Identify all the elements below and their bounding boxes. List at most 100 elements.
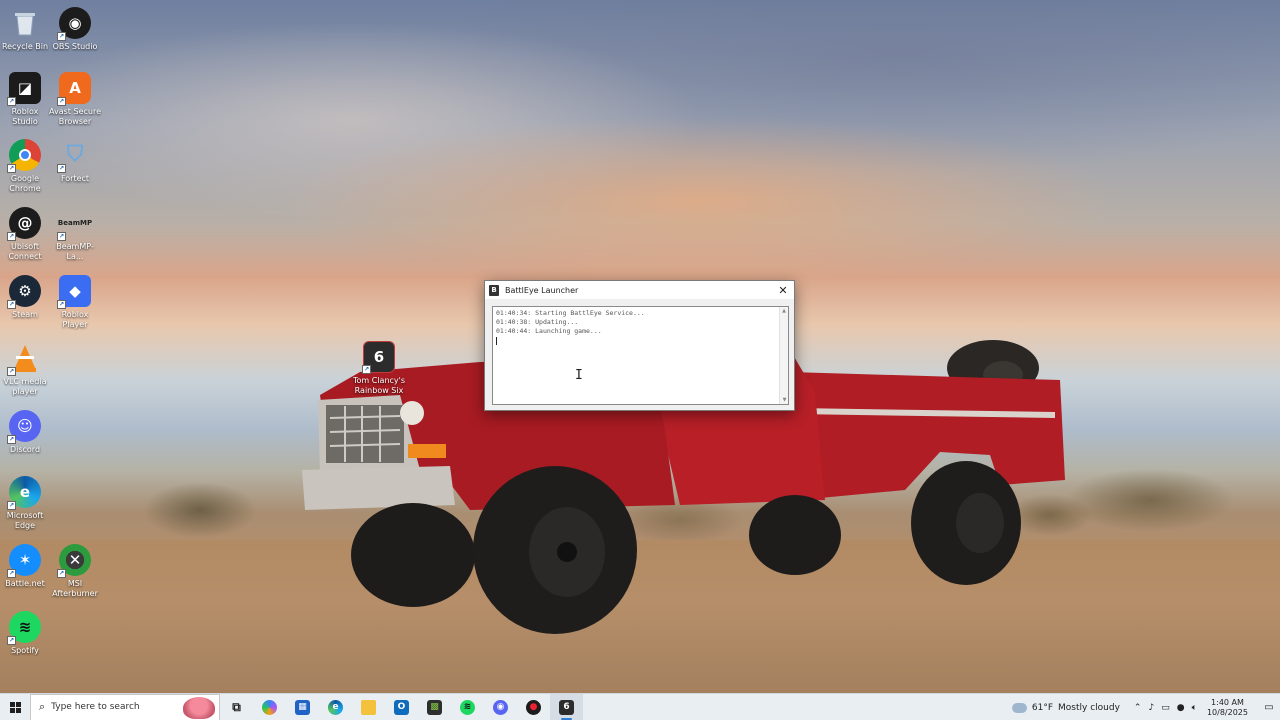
taskbar-app-edge[interactable]: e <box>319 694 352 720</box>
ibeam-cursor-icon: I <box>575 368 583 383</box>
taskbar-app-outlook[interactable]: O <box>385 694 418 720</box>
start-button[interactable] <box>0 694 30 720</box>
roblox-studio-icon: ◪ ↗ <box>7 72 41 106</box>
desktop-icon-rainbow-six[interactable]: 6 ↗ Tom Clancy's Rainbow Six <box>352 341 406 396</box>
discord-icon: ☺ ↗ <box>7 410 41 444</box>
desktop-icon-label: Google Chrome <box>9 174 41 193</box>
beammp-icon: BeamMP ↗ <box>57 219 93 241</box>
taskbar-app-store[interactable]: ▦ <box>286 694 319 720</box>
edge-icon: e ↗ <box>7 476 41 510</box>
taskbar-app-rainbow-six[interactable]: 6 <box>550 693 583 720</box>
battleye-icon: B <box>489 284 499 296</box>
desktop-icon-discord[interactable]: ☺ ↗ Discord <box>0 410 52 455</box>
taskbar-clock[interactable]: 1:40 AM 10/8/2025 <box>1207 698 1248 718</box>
system-tray: 61°F Mostly cloudy ⌃ ♪ ▭ ● 🔈︎ 1:40 AM 10… <box>1011 694 1280 720</box>
desktop-icon-label: Spotify <box>11 646 39 655</box>
audio-device-icon[interactable]: ♪ <box>1148 703 1154 713</box>
desktop-icon-fortect[interactable]: ⛉ ↗ Fortect <box>48 139 102 184</box>
desktop-icon-roblox-player[interactable]: ◆ ↗ Roblox Player <box>48 275 102 330</box>
network-icon[interactable]: ▭ <box>1161 703 1170 713</box>
desktop-icon-label: Tom Clancy's Rainbow Six <box>352 376 406 395</box>
desktop-icon-label: MSI Afterburner <box>52 579 98 598</box>
desktop-icon-label: Discord <box>9 445 41 454</box>
desktop-icon-spotify[interactable]: ≋ ↗ Spotify <box>0 611 52 656</box>
scroll-down-arrow-icon[interactable]: ▼ <box>780 396 788 404</box>
taskbar-search-box[interactable]: ⌕ Type here to search <box>30 693 220 720</box>
rainbow-six-icon: 6 ↗ <box>362 341 395 374</box>
desktop-icon-label: OBS Studio <box>52 42 98 51</box>
weather-widget[interactable]: 61°F Mostly cloudy <box>1011 699 1120 713</box>
taskbar-app-battleye[interactable]: ● <box>517 694 550 720</box>
taskbar: ⌕ Type here to search ⧉ ▦ e O ▩ ≋ ◉ ● 6 … <box>0 693 1280 720</box>
avast-icon: A ↗ <box>57 72 91 106</box>
desktop-icon-label: Battle.net <box>5 579 45 588</box>
roblox-player-icon: ◆ ↗ <box>57 275 91 309</box>
launcher-log-textbox[interactable]: 01:40:34: Starting BattlEye Service... 0… <box>492 306 789 405</box>
task-view-icon: ⧉ <box>232 699 241 714</box>
taskbar-app-spotify[interactable]: ≋ <box>451 694 484 720</box>
taskbar-app-obs[interactable]: ◉ <box>484 694 517 720</box>
chevron-up-icon[interactable]: ⌃ <box>1134 703 1142 713</box>
clock-time: 1:40 AM <box>1211 697 1244 707</box>
chrome-icon: ↗ <box>7 139 41 173</box>
log-line: 01:40:34: Starting BattlEye Service... <box>496 309 645 317</box>
desktop-icon-label: Ubisoft Connect <box>8 242 42 261</box>
outlook-icon: O <box>394 699 409 715</box>
battleye-launcher-window[interactable]: B BattlEye Launcher ✕ 01:40:34: Starting… <box>484 280 795 411</box>
desktop-icon-recycle-bin[interactable]: Recycle Bin <box>0 7 52 52</box>
tray-icons: ⌃ ♪ ▭ ● 🔈︎ <box>1134 703 1197 713</box>
close-button[interactable]: ✕ <box>772 281 794 299</box>
search-placeholder: Type here to search <box>51 702 140 712</box>
taskbar-app-minecraft[interactable]: ▩ <box>418 694 451 720</box>
text-caret <box>496 337 497 345</box>
window-title: BattlEye Launcher <box>505 285 579 295</box>
log-scrollbar[interactable]: ▲ ▼ <box>779 307 788 404</box>
taskbar-app-file-explorer[interactable] <box>352 694 385 720</box>
log-line: 01:40:38: Updating... <box>496 318 579 326</box>
store-icon: ▦ <box>295 699 310 715</box>
vlc-icon: ↗ <box>7 342 41 376</box>
obs-icon: ◉ <box>493 699 508 715</box>
fortect-icon: ⛉ ↗ <box>57 142 84 173</box>
desktop-icon-label: Microsoft Edge <box>6 511 44 530</box>
desktop-icon-label: Roblox Player <box>61 310 89 329</box>
notification-icon[interactable]: ▭ <box>1258 702 1280 713</box>
search-icon: ⌕ <box>39 700 46 713</box>
desktop-icon-battlenet[interactable]: ✶ ↗ Battle.net <box>0 544 52 589</box>
taskbar-app-task-view[interactable]: ⧉ <box>220 694 253 720</box>
msi-afterburner-icon: ✕ ↗ <box>57 544 91 578</box>
desktop-icon-roblox-studio[interactable]: ◪ ↗ Roblox Studio <box>0 72 52 127</box>
weather-temperature: 61°F <box>1031 702 1054 713</box>
weather-description: Mostly cloudy <box>1058 702 1120 713</box>
microphone-icon[interactable]: ● <box>1177 703 1185 713</box>
desktop-icon-obs[interactable]: ◉ ↗ OBS Studio <box>48 7 102 52</box>
battlenet-icon: ✶ ↗ <box>7 544 41 578</box>
desktop-icon-chrome[interactable]: ↗ Google Chrome <box>0 139 52 194</box>
clock-date: 10/8/2025 <box>1206 707 1248 717</box>
obs-icon: ◉ ↗ <box>57 7 91 41</box>
desktop-icon-ubisoft[interactable]: @ ↗ Ubisoft Connect <box>0 207 52 262</box>
spotify-icon: ≋ <box>460 699 475 715</box>
spotify-icon: ≋ ↗ <box>7 611 41 645</box>
scroll-up-arrow-icon[interactable]: ▲ <box>780 307 788 315</box>
desktop-icon-avast[interactable]: A ↗ Avast Secure Browser <box>48 72 102 127</box>
desktop-icon-vlc[interactable]: ↗ VLC media player <box>0 342 52 397</box>
folder-icon <box>361 699 376 715</box>
minecraft-icon: ▩ <box>427 699 442 715</box>
ubisoft-icon: @ ↗ <box>7 207 41 241</box>
weather-cloud-icon <box>1011 699 1027 713</box>
recycle-bin-icon <box>9 7 41 39</box>
taskbar-app-copilot[interactable] <box>253 694 286 720</box>
window-titlebar[interactable]: B BattlEye Launcher ✕ <box>485 281 794 299</box>
log-line: 01:40:44: Launching game... <box>496 327 602 335</box>
desktop-icon-label: Fortect <box>60 174 90 183</box>
desktop-icon-label: Avast Secure Browser <box>49 107 101 126</box>
desktop-icon-label: Recycle Bin <box>1 42 49 51</box>
volume-icon[interactable]: 🔈︎ <box>1192 703 1197 713</box>
desktop-icon-edge[interactable]: e ↗ Microsoft Edge <box>0 476 52 531</box>
desktop-icon-msi-afterburner[interactable]: ✕ ↗ MSI Afterburner <box>48 544 102 599</box>
desktop-icon-label: Roblox Studio <box>11 107 39 126</box>
desktop-icon-beammp[interactable]: BeamMP ↗ BeamMP-La... <box>48 207 102 262</box>
desktop-icon-steam[interactable]: ⚙ ↗ Steam <box>0 275 52 320</box>
desktop-icon-label: BeamMP-La... <box>56 242 94 261</box>
